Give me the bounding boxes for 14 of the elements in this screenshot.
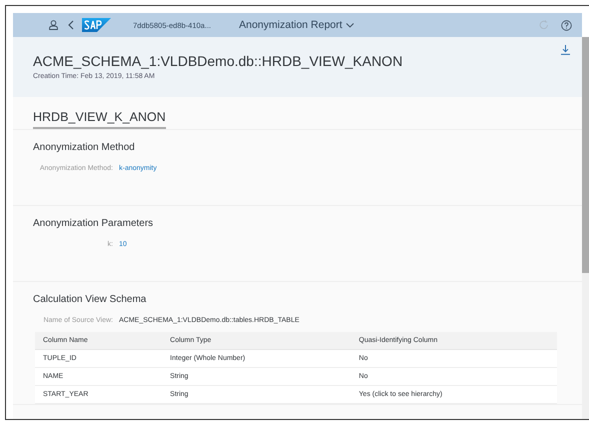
section-title: Calculation View Schema (33, 294, 148, 305)
user-icon[interactable] (49, 20, 58, 30)
download-icon[interactable] (561, 45, 570, 55)
object-title: ACME_SCHEMA_1:VLDBDemo.db::HRDB_VIEW_KANON (33, 53, 404, 69)
app-title[interactable]: Anonymization Report (239, 19, 342, 31)
logo-icon[interactable] (82, 18, 111, 32)
section-title: Anonymization Method (33, 142, 136, 153)
chevron-down-icon[interactable] (346, 22, 354, 28)
help-icon[interactable] (561, 20, 572, 30)
scrollbar[interactable] (582, 37, 589, 419)
tab[interactable]: HRDB_VIEW_K_ANON (33, 110, 166, 129)
scrollbar-thumb[interactable] (582, 37, 589, 273)
back-icon[interactable] (68, 20, 74, 30)
section-title: Anonymization Parameters (33, 218, 154, 229)
